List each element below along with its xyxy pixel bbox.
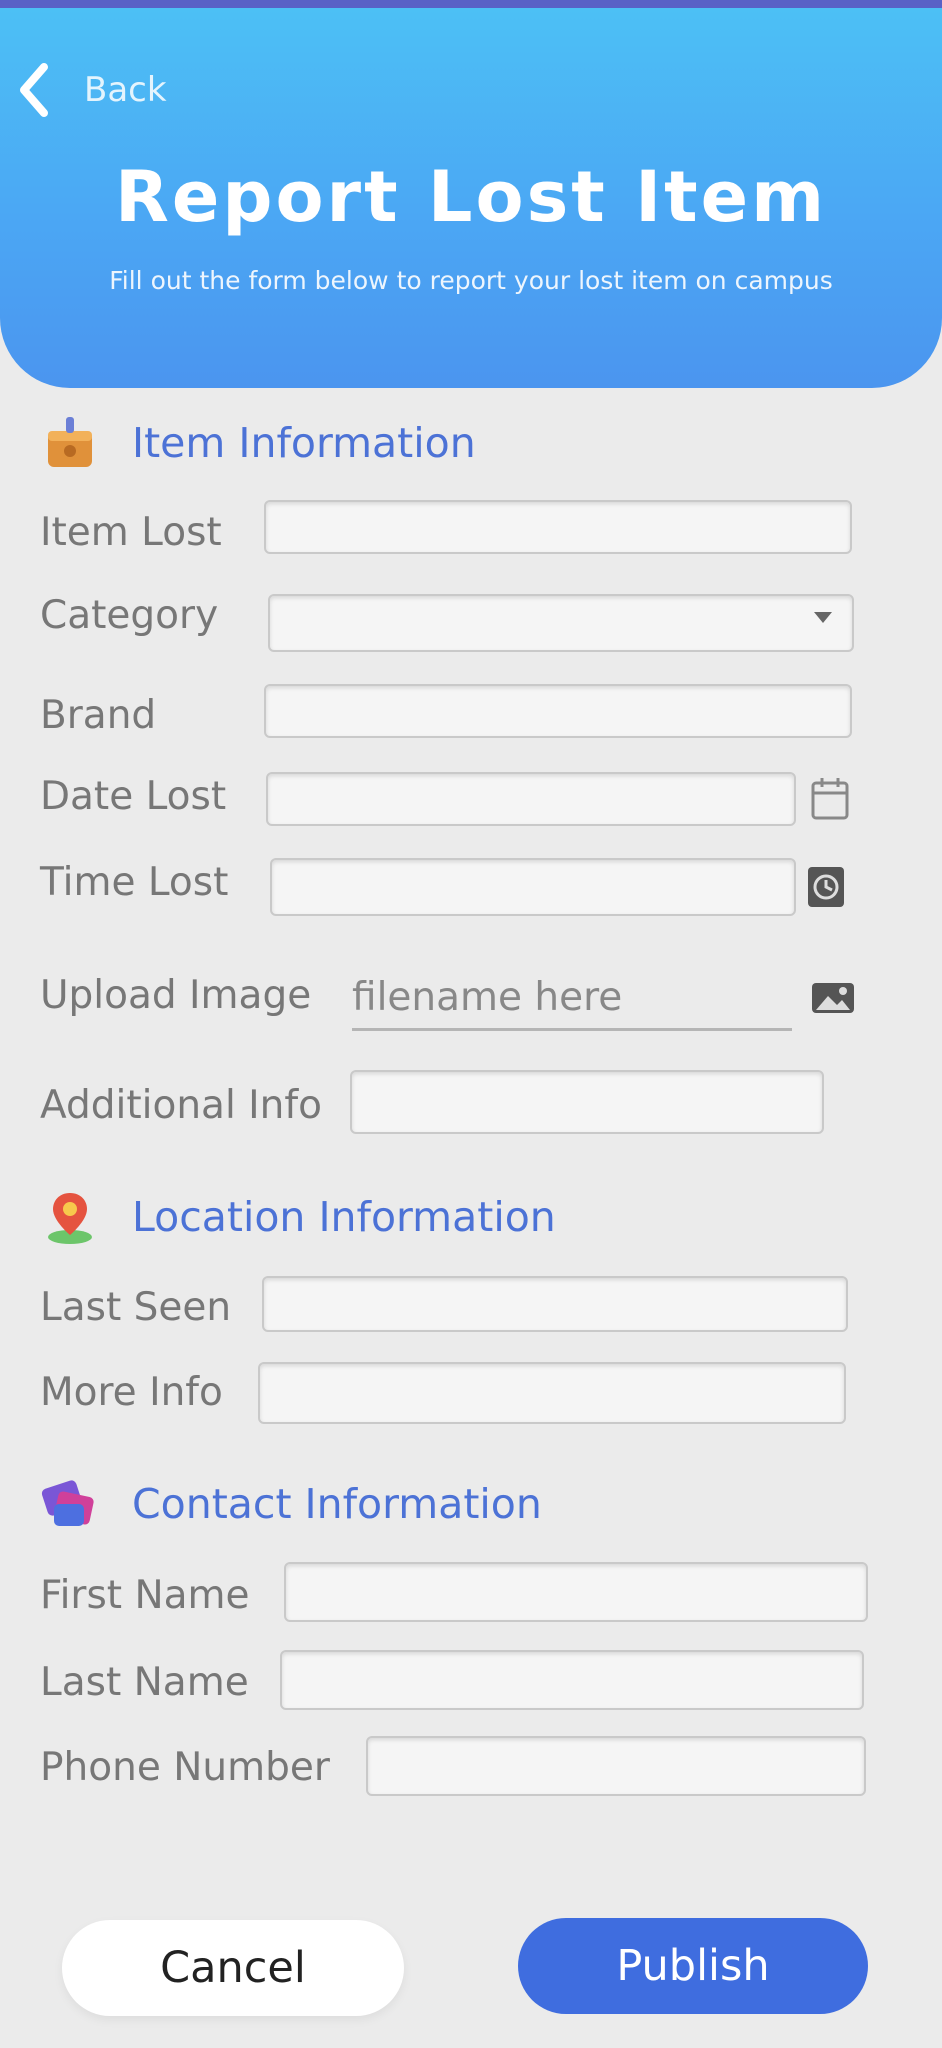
label-phone-number: Phone Number — [40, 1745, 330, 1790]
map-pin-icon — [48, 1193, 92, 1244]
date-lost-input[interactable] — [266, 772, 796, 826]
item-lost-input[interactable] — [264, 500, 852, 554]
last-seen-input[interactable] — [262, 1276, 848, 1332]
calendar-icon[interactable] — [810, 776, 850, 822]
contact-card-icon — [41, 1480, 94, 1526]
upload-filename: filename here — [352, 975, 623, 1020]
header-banner: Back Report Lost Item Fill out the form … — [0, 8, 942, 388]
clock-icon[interactable] — [806, 864, 846, 910]
brand-input[interactable] — [264, 684, 852, 738]
back-button[interactable]: Back — [18, 63, 167, 117]
section-title: Location Information — [132, 1193, 556, 1241]
label-additional-info: Additional Info — [40, 1083, 322, 1128]
category-select[interactable] — [268, 594, 854, 652]
section-location-information: Location Information — [40, 1187, 556, 1247]
box-icon — [48, 417, 92, 467]
label-more-info: More Info — [40, 1370, 223, 1415]
label-first-name: First Name — [40, 1573, 250, 1618]
more-info-input[interactable] — [258, 1362, 846, 1424]
label-upload-image: Upload Image — [40, 973, 312, 1018]
back-label: Back — [84, 70, 167, 110]
label-last-name: Last Name — [40, 1660, 249, 1705]
last-name-input[interactable] — [280, 1650, 864, 1710]
upload-underline — [352, 1028, 792, 1031]
section-title: Contact Information — [132, 1480, 542, 1528]
chevron-left-icon — [20, 63, 48, 117]
page-title: Report Lost Item — [114, 156, 828, 238]
section-contact-information: Contact Information — [40, 1474, 542, 1534]
top-accent-bar — [0, 0, 942, 8]
section-item-information: Item Information — [40, 413, 476, 473]
label-item-lost: Item Lost — [40, 510, 222, 555]
label-brand: Brand — [40, 693, 157, 738]
publish-button[interactable]: Publish — [518, 1918, 868, 2014]
label-category: Category — [40, 593, 219, 638]
phone-number-input[interactable] — [366, 1736, 866, 1796]
additional-info-input[interactable] — [350, 1070, 824, 1134]
time-lost-input[interactable] — [270, 858, 796, 916]
label-date-lost: Date Lost — [40, 774, 227, 819]
label-last-seen: Last Seen — [40, 1285, 232, 1330]
first-name-input[interactable] — [284, 1562, 868, 1622]
image-icon[interactable] — [810, 980, 856, 1016]
label-time-lost: Time Lost — [40, 860, 229, 905]
cancel-button[interactable]: Cancel — [62, 1920, 404, 2016]
chevron-down-icon — [814, 612, 832, 623]
section-title: Item Information — [132, 419, 476, 467]
page-subtitle: Fill out the form below to report your l… — [109, 266, 833, 295]
